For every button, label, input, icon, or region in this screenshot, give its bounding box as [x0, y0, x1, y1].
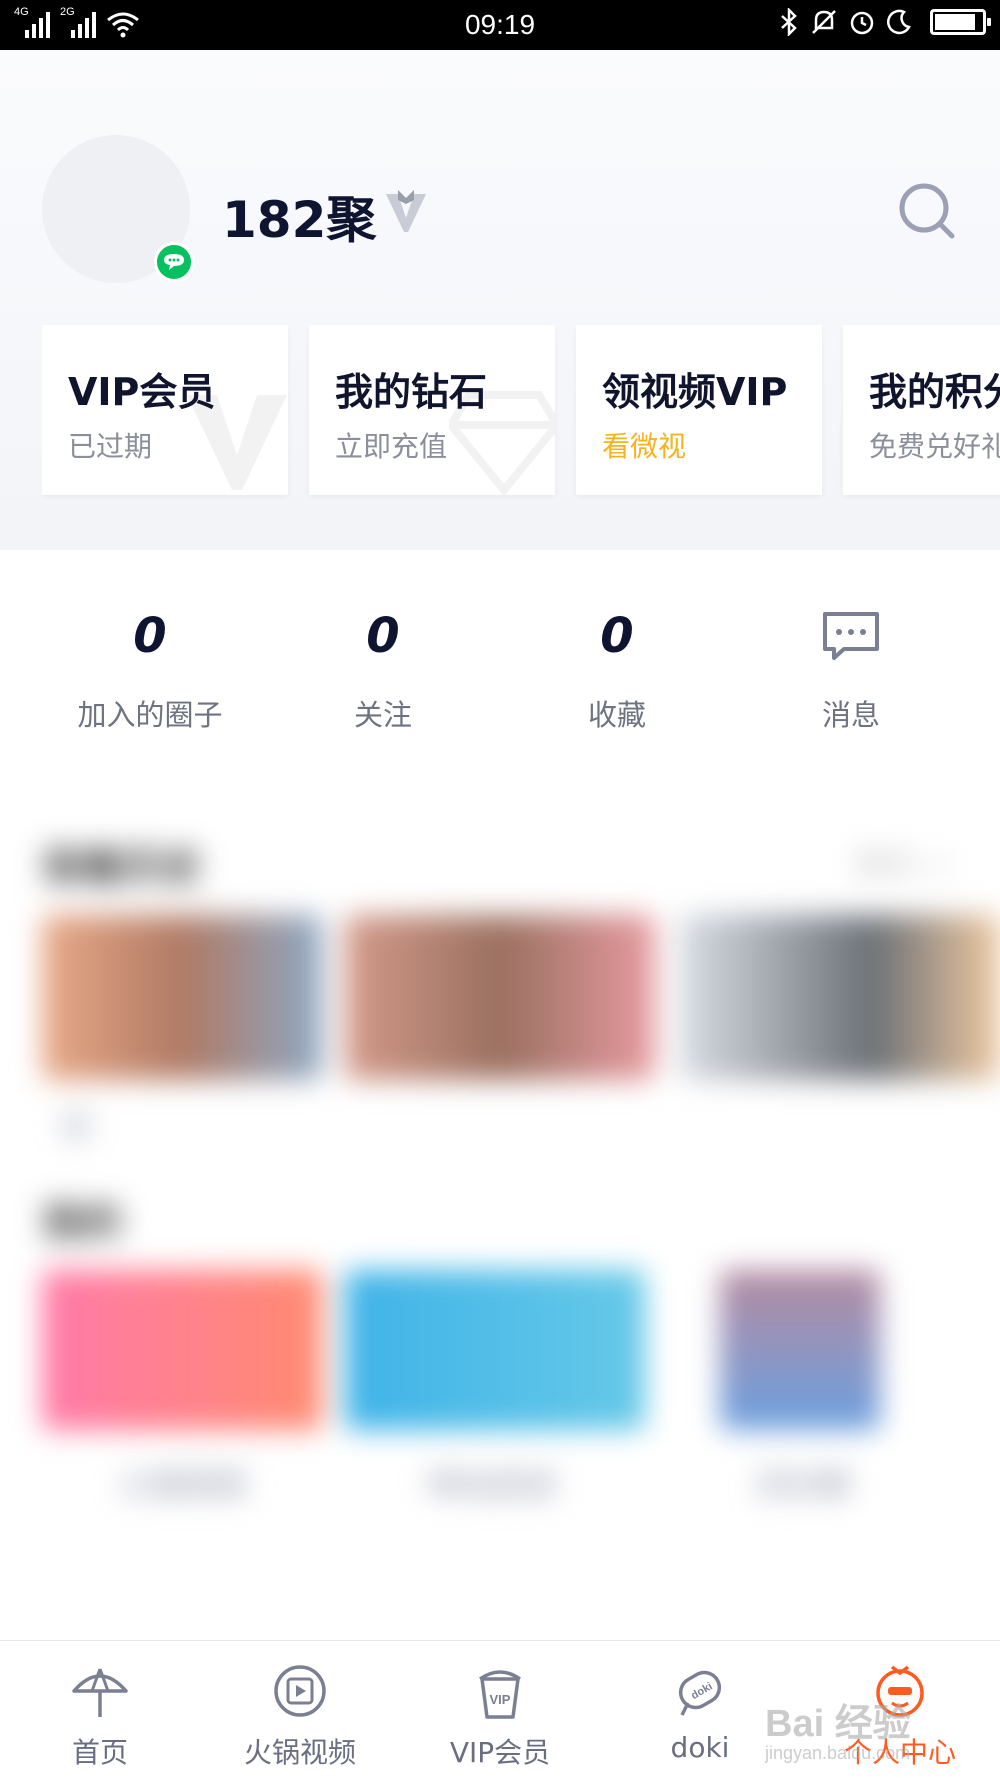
card-subtitle: 已过期 — [68, 430, 153, 463]
svg-text:VIP: VIP — [490, 1692, 511, 1707]
tab-profile[interactable]: 个人中心 — [800, 1641, 1000, 1778]
mute-bell-icon — [812, 10, 836, 34]
stat-label: 关注 — [353, 698, 412, 732]
stat-value: 0 — [600, 608, 634, 664]
app-thumb[interactable] — [720, 1270, 880, 1430]
card-title: 我的积分 — [869, 370, 1000, 414]
history-more-link[interactable]: 更多 > — [855, 840, 950, 884]
tab-vip[interactable]: VIP VIP会员 — [400, 1641, 600, 1778]
battery-icon — [930, 9, 991, 35]
stat-circles[interactable]: 0 加入的圈子 — [40, 600, 260, 734]
status-bar: 4G 2G 09:19 — [0, 0, 1000, 50]
username[interactable]: 182聚 — [222, 180, 376, 252]
benefit-cards: VIP会员 已过期 我的钻石 立即充值 领视频VIP 看微视 我的积分 免费兑好… — [42, 325, 1000, 500]
message-icon — [823, 612, 879, 660]
app-name: 咪咕阅读 — [428, 1466, 557, 1504]
stat-favorites[interactable]: 0 收藏 — [507, 600, 727, 734]
card-subtitle: 免费兑好礼 — [869, 430, 1000, 463]
tab-home[interactable]: 首页 — [0, 1641, 200, 1778]
stat-label: 收藏 — [587, 698, 646, 732]
vip-cup-icon: VIP — [478, 1670, 522, 1719]
system-icons — [778, 8, 991, 36]
stat-label: 加入的圈子 — [77, 698, 223, 732]
vip-v-icon[interactable] — [384, 188, 428, 234]
app-thumb[interactable] — [345, 1270, 645, 1430]
card-title: VIP会员 — [68, 370, 216, 414]
history-caption: 全 — [60, 1106, 93, 1144]
bottom-tab-bar: 首页 火锅视频 VIP VIP会员 doki doki 个人中心 — [0, 1640, 1000, 1778]
history-thumb[interactable] — [345, 915, 655, 1080]
apps-title: 我的 — [42, 1200, 122, 1246]
stat-messages[interactable]: 消息 — [741, 600, 961, 734]
wechat-icon — [154, 242, 194, 282]
blurred-content: 观看历史 更多 > 全 我的 火锅视频 咪咕阅读 灵剑尊 — [0, 800, 1000, 1650]
svg-text:doki: doki — [689, 1680, 715, 1702]
card-subtitle: 看微视 — [602, 430, 687, 463]
card-vip-member[interactable]: VIP会员 已过期 — [42, 325, 288, 495]
moon-icon — [887, 9, 911, 35]
stat-value: 0 — [133, 608, 167, 664]
tab-label: 首页 — [71, 1736, 128, 1769]
tab-label: VIP会员 — [449, 1736, 551, 1769]
card-points[interactable]: 我的积分 免费兑好礼 — [843, 325, 1000, 495]
video-reel-icon — [274, 1665, 326, 1717]
card-diamond[interactable]: 我的钻石 立即充值 — [309, 325, 555, 495]
tab-label: doki — [670, 1731, 730, 1764]
profile-header: 182聚 VIP会员 已过期 我的钻石 立即充值 领视频VIP 看微视 我的积分… — [0, 50, 1000, 550]
alarm-icon — [850, 11, 874, 35]
tab-hotpot-video[interactable]: 火锅视频 — [200, 1641, 400, 1778]
app-thumb[interactable] — [42, 1270, 322, 1430]
search-icon[interactable] — [896, 180, 960, 244]
doki-icon: doki — [678, 1670, 722, 1716]
app-name: 火锅视频 — [118, 1466, 247, 1504]
card-title: 我的钻石 — [335, 370, 488, 414]
tab-label: 个人中心 — [843, 1736, 956, 1769]
card-video-vip[interactable]: 领视频VIP 看微视 — [576, 325, 822, 495]
umbrella-icon — [72, 1668, 128, 1717]
history-title: 观看历史 — [42, 845, 202, 891]
card-title: 领视频VIP — [602, 370, 788, 414]
tab-doki[interactable]: doki doki — [600, 1641, 800, 1778]
app-name: 灵剑尊 — [755, 1466, 852, 1504]
stat-following[interactable]: 0 关注 — [273, 600, 493, 734]
history-thumb[interactable] — [680, 915, 1000, 1080]
stat-label: 消息 — [821, 698, 880, 732]
card-subtitle: 立即充值 — [335, 430, 448, 463]
bluetooth-icon — [781, 8, 797, 36]
profile-face-icon — [876, 1665, 924, 1717]
stat-value: 0 — [366, 608, 400, 664]
tab-label: 火锅视频 — [243, 1736, 356, 1769]
stats-row: 0 加入的圈子 0 关注 0 收藏 消息 — [0, 600, 1000, 760]
history-thumb[interactable] — [42, 915, 322, 1080]
